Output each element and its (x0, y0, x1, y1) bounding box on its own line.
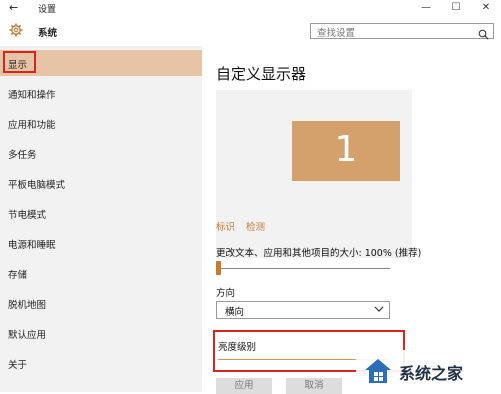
highlight-box-display (3, 51, 36, 73)
back-arrow-icon[interactable]: ← (9, 1, 18, 14)
sidebar-item-about[interactable]: 关于 (0, 350, 202, 376)
sidebar-item-label: 存储 (8, 270, 28, 281)
search-placeholder: 查找设置 (317, 28, 356, 39)
sidebar-item-default-apps[interactable]: 默认应用 (0, 320, 202, 346)
sidebar: 显示 通知和操作 应用和功能 多任务 平板电脑模式 节电模式 电源和睡眠 存储 … (0, 46, 202, 392)
sidebar-item-label: 电源和睡眠 (8, 240, 56, 251)
scale-slider-thumb[interactable] (216, 261, 221, 275)
title-bar: ← 设置 — ☐ ✕ (0, 0, 501, 16)
chevron-down-icon (374, 304, 384, 317)
close-icon[interactable]: ✕ (471, 0, 501, 16)
sidebar-item-label: 脱机地图 (8, 300, 47, 311)
scale-label: 更改文本、应用和其他项目的大小: 100% (推荐) (216, 248, 422, 259)
sidebar-item-label: 默认应用 (8, 330, 47, 341)
maximize-icon[interactable]: ☐ (441, 0, 471, 16)
display-links: 标识 检测 (216, 219, 273, 233)
orientation-select[interactable]: 横向 (216, 301, 390, 319)
sidebar-item-tablet-mode[interactable]: 平板电脑模式 (0, 170, 202, 196)
sidebar-item-label: 应用和功能 (8, 120, 56, 131)
sidebar-item-apps[interactable]: 应用和功能 (0, 110, 202, 136)
identify-link[interactable]: 标识 (216, 222, 235, 233)
watermark-text: 系统之家 (399, 364, 464, 383)
sidebar-item-offline-maps[interactable]: 脱机地图 (0, 290, 202, 316)
sidebar-item-label: 多任务 (8, 150, 37, 161)
sidebar-item-notifications[interactable]: 通知和操作 (0, 80, 202, 106)
sidebar-item-label: 节电模式 (8, 210, 47, 221)
sidebar-item-multitasking[interactable]: 多任务 (0, 140, 202, 166)
house-logo-icon (363, 357, 393, 385)
section-title: 系统 (38, 28, 58, 39)
page-title: 自定义显示器 (216, 65, 307, 83)
monitor-tile[interactable]: 1 (292, 121, 400, 181)
orientation-value: 横向 (225, 307, 245, 318)
brightness-label: 亮度级别 (218, 342, 257, 353)
search-input[interactable]: 查找设置 (310, 23, 494, 40)
window-title: 设置 (38, 5, 57, 15)
scale-slider-track[interactable] (216, 268, 390, 269)
sidebar-item-label: 平板电脑模式 (8, 180, 66, 191)
sidebar-item-storage[interactable]: 存储 (0, 260, 202, 286)
search-icon[interactable] (478, 25, 489, 40)
sidebar-item-label: 通知和操作 (8, 90, 56, 101)
sidebar-item-label: 关于 (8, 360, 28, 371)
sidebar-item-power-sleep[interactable]: 电源和睡眠 (0, 230, 202, 256)
gear-icon (9, 23, 23, 37)
orientation-label: 方向 (216, 288, 236, 299)
minimize-icon[interactable]: — (411, 0, 441, 16)
detect-link[interactable]: 检测 (246, 222, 265, 233)
settings-header: 系统 查找设置 (0, 16, 501, 46)
main-panel: 自定义显示器 1 标识 检测 更改文本、应用和其他项目的大小: 100% (推荐… (202, 46, 501, 394)
sidebar-item-battery-saver[interactable]: 节电模式 (0, 200, 202, 226)
watermark: 系统之家 (356, 350, 501, 392)
